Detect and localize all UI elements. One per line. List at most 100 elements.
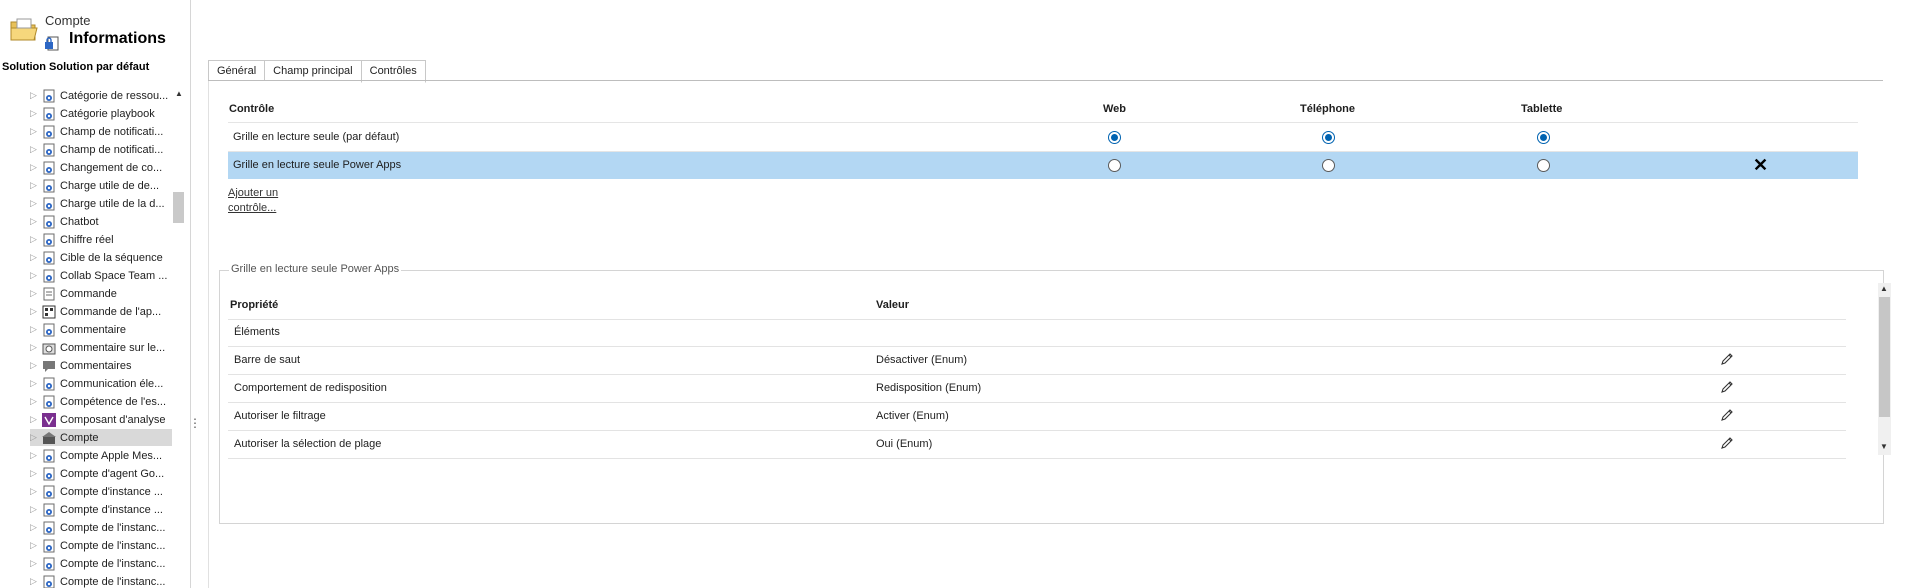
radio-phone[interactable] [1322, 131, 1335, 144]
expand-arrow-icon[interactable]: ▷ [30, 486, 39, 497]
scroll-up-arrow-icon[interactable]: ▲ [1880, 284, 1888, 293]
tab-strip: Général Champ principal Contrôles [208, 60, 426, 83]
tree-item[interactable]: ▷ Commande [30, 285, 172, 302]
expand-arrow-icon[interactable]: ▷ [30, 540, 39, 551]
tree-item[interactable]: ▷ Compte de l'instanc... [30, 519, 172, 536]
tree-item-label: Composant d'analyse [60, 413, 166, 426]
gear-entity-icon [42, 575, 56, 588]
tree-item-label: Catégorie de ressou... [60, 89, 169, 102]
radio-tablet[interactable] [1537, 159, 1550, 172]
tree-item[interactable]: ▷ Compétence de l'es... [30, 393, 172, 410]
tree-item[interactable]: ▷ Compte d'instance ... [30, 483, 172, 500]
tree-item[interactable]: ▷ Cible de la séquence [30, 249, 172, 266]
tree-item-label: Charge utile de de... [60, 179, 160, 192]
tree-item[interactable]: ▷ Catégorie playbook [30, 105, 172, 122]
tree-item[interactable]: ▷ Communication éle... [30, 375, 172, 392]
expand-arrow-icon[interactable]: ▷ [30, 252, 39, 263]
scroll-down-arrow-icon[interactable]: ▼ [1880, 442, 1888, 451]
expand-arrow-icon[interactable]: ▷ [30, 216, 39, 227]
expand-arrow-icon[interactable]: ▷ [30, 234, 39, 245]
tab-1[interactable]: Champ principal [264, 60, 362, 81]
expand-arrow-icon[interactable]: ▷ [30, 288, 39, 299]
expand-arrow-icon[interactable]: ▷ [30, 126, 39, 137]
tree-item[interactable]: ▷ Collab Space Team ... [30, 267, 172, 284]
lock-icon [45, 36, 59, 51]
tree-item-label: Compte d'instance ... [60, 485, 163, 498]
gear-entity-icon [42, 269, 56, 283]
tree-item-label: Champ de notificati... [60, 125, 164, 138]
tree-item-label: Commande de l'ap... [60, 305, 162, 318]
page-title: Informations [69, 30, 166, 47]
expand-arrow-icon[interactable]: ▷ [30, 396, 39, 407]
expand-arrow-icon[interactable]: ▷ [30, 162, 39, 173]
expand-arrow-icon[interactable]: ▷ [30, 522, 39, 533]
tree-item-label: Chiffre réel [60, 233, 114, 246]
remove-control-icon[interactable]: ✕ [1753, 155, 1768, 175]
gear-entity-icon [42, 89, 56, 103]
gear-entity-icon [42, 179, 56, 193]
tree-item[interactable]: ▷ Changement de co... [30, 159, 172, 176]
tree-item[interactable]: ▷ Champ de notificati... [30, 123, 172, 140]
expand-arrow-icon[interactable]: ▷ [30, 306, 39, 317]
radio-web[interactable] [1108, 159, 1121, 172]
expand-arrow-icon[interactable]: ▷ [30, 324, 39, 335]
expand-arrow-icon[interactable]: ▷ [30, 432, 39, 443]
tree-item[interactable]: ▷ Catégorie de ressou... [30, 87, 172, 104]
gear-entity-icon [42, 233, 56, 247]
scroll-up-arrow-icon[interactable]: ▲ [175, 89, 183, 98]
tree-item[interactable]: ▷ Compte de l'instanc... [30, 573, 172, 588]
column-header-property: Propriété [230, 299, 279, 311]
edit-pencil-icon[interactable] [1720, 352, 1734, 366]
properties-scrollbar-thumb[interactable] [1879, 297, 1890, 417]
expand-arrow-icon[interactable]: ▷ [30, 90, 39, 101]
edit-pencil-icon[interactable] [1720, 408, 1734, 422]
tree-item[interactable]: ▷ Compte d'instance ... [30, 501, 172, 518]
tree-item[interactable]: ▷ Compte de l'instanc... [30, 537, 172, 554]
expand-arrow-icon[interactable]: ▷ [30, 468, 39, 479]
tree-item[interactable]: ▷ Compte de l'instanc... [30, 555, 172, 572]
expand-arrow-icon[interactable]: ▷ [30, 414, 39, 425]
tree-item[interactable]: ▷ Commande de l'ap... [30, 303, 172, 320]
tree-item[interactable]: ▷ Commentaires [30, 357, 172, 374]
expand-arrow-icon[interactable]: ▷ [30, 450, 39, 461]
tree-item[interactable]: ▷ Charge utile de la d... [30, 195, 172, 212]
radio-web[interactable] [1108, 131, 1121, 144]
expand-arrow-icon[interactable]: ▷ [30, 576, 39, 587]
add-control-link[interactable]: Ajouter un contrôle... [228, 186, 298, 216]
sidebar-scrollbar-thumb[interactable] [173, 192, 184, 223]
control-row[interactable]: Grille en lecture seule (par défaut) [228, 124, 1858, 151]
control-row[interactable]: Grille en lecture seule Power Apps ✕ [228, 152, 1858, 179]
gear-entity-icon [42, 161, 56, 175]
tree-item[interactable]: ▷ Commentaire sur le... [30, 339, 172, 356]
expand-arrow-icon[interactable]: ▷ [30, 270, 39, 281]
tree-item[interactable]: ▷ Champ de notificati... [30, 141, 172, 158]
comment-entity-icon [42, 359, 56, 373]
splitter-handle-icon[interactable]: ⋮ [189, 416, 201, 430]
row-divider [228, 346, 1846, 347]
row-divider [228, 430, 1846, 431]
tree-item[interactable]: ▷ Compte [30, 429, 172, 446]
tree-item[interactable]: ▷ Chiffre réel [30, 231, 172, 248]
radio-tablet[interactable] [1537, 131, 1550, 144]
tree-item[interactable]: ▷ Commentaire [30, 321, 172, 338]
expand-arrow-icon[interactable]: ▷ [30, 378, 39, 389]
tree-item[interactable]: ▷ Compte d'agent Go... [30, 465, 172, 482]
tree-item[interactable]: ▷ Composant d'analyse [30, 411, 172, 428]
edit-pencil-icon[interactable] [1720, 380, 1734, 394]
tree-item[interactable]: ▷ Compte Apple Mes... [30, 447, 172, 464]
edit-pencil-icon[interactable] [1720, 436, 1734, 450]
expand-arrow-icon[interactable]: ▷ [30, 360, 39, 371]
expand-arrow-icon[interactable]: ▷ [30, 108, 39, 119]
tree-item[interactable]: ▷ Charge utile de de... [30, 177, 172, 194]
property-name: Éléments [234, 326, 280, 338]
expand-arrow-icon[interactable]: ▷ [30, 198, 39, 209]
expand-arrow-icon[interactable]: ▷ [30, 144, 39, 155]
expand-arrow-icon[interactable]: ▷ [30, 342, 39, 353]
expand-arrow-icon[interactable]: ▷ [30, 180, 39, 191]
tab-0[interactable]: Général [208, 60, 266, 81]
tree-item[interactable]: ▷ Chatbot [30, 213, 172, 230]
expand-arrow-icon[interactable]: ▷ [30, 504, 39, 515]
expand-arrow-icon[interactable]: ▷ [30, 558, 39, 569]
radio-phone[interactable] [1322, 159, 1335, 172]
camera-entity-icon [42, 341, 56, 355]
